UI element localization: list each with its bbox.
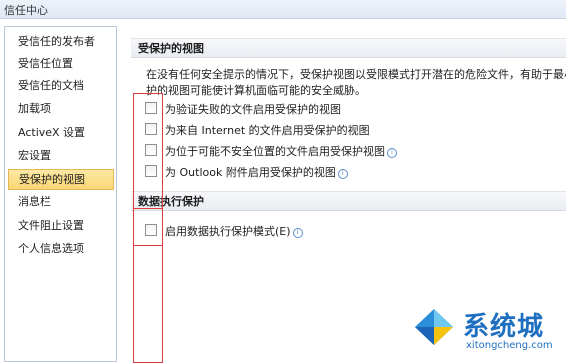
- watermark-url: xitongcheng.com: [466, 340, 553, 351]
- sidebar-item-trusted-locations[interactable]: 受信任位置: [8, 53, 114, 74]
- sidebar-item-privacy-options[interactable]: 个人信息选项: [8, 238, 114, 259]
- option-label: 为 Outlook 附件启用受保护的视图: [165, 166, 336, 179]
- option-label: 启用数据执行保护模式(E): [165, 225, 291, 238]
- info-icon[interactable]: i: [337, 169, 348, 179]
- watermark-brand: 系统城: [463, 312, 545, 342]
- sidebar-item-protected-view[interactable]: 受保护的视图: [8, 169, 114, 190]
- sidebar-item-file-block-settings[interactable]: 文件阻止设置: [8, 215, 114, 236]
- sidebar-item-add-ins[interactable]: 加载项: [8, 98, 114, 119]
- protected-view-heading: 受保护的视图: [131, 38, 566, 58]
- protected-view-description: 在没有任何安全提示的情况下，受保护视图以受限模式打开潜在的危险文件，有助于最小化…: [146, 67, 566, 99]
- title-bar: 信任中心: [0, 0, 566, 19]
- sidebar-item-message-bar[interactable]: 消息栏: [8, 191, 114, 212]
- sidebar-nav: 受信任的发布者 受信任位置 受信任的文档 加载项 ActiveX 设置 宏设置 …: [4, 26, 117, 362]
- description-line-1: 在没有任何安全提示的情况下，受保护视图以受限模式打开潜在的危险文件，有助于最小化…: [146, 68, 566, 81]
- highlight-box-dep: [133, 208, 163, 363]
- option-label: 为验证失败的文件启用受保护的视图: [165, 103, 341, 116]
- sidebar-item-activex-settings[interactable]: ActiveX 设置: [8, 122, 114, 143]
- dep-heading: 数据执行保护: [131, 191, 566, 211]
- info-icon[interactable]: i: [292, 228, 303, 238]
- option-label: 为来自 Internet 的文件启用受保护的视图: [165, 124, 370, 137]
- sidebar-item-macro-settings[interactable]: 宏设置: [8, 145, 114, 166]
- description-line-2: 护的视图可能使计算机面临可能的安全威胁。: [146, 84, 366, 97]
- sidebar-item-trusted-documents[interactable]: 受信任的文档: [8, 75, 114, 96]
- watermark-logo-icon: [415, 309, 453, 345]
- window-title: 信任中心: [4, 4, 48, 17]
- option-label: 为位于可能不安全位置的文件启用受保护视图: [165, 145, 385, 158]
- info-icon[interactable]: i: [387, 148, 397, 158]
- sidebar-item-trusted-publishers[interactable]: 受信任的发布者: [8, 31, 114, 52]
